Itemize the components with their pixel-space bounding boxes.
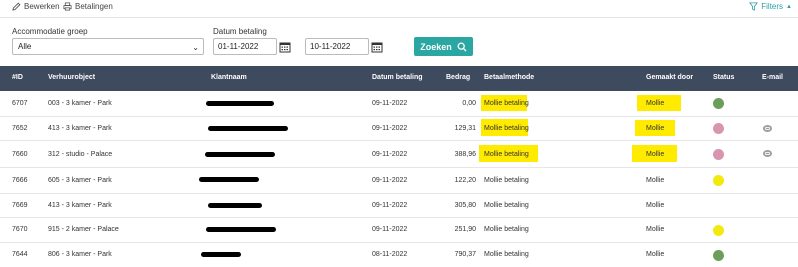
row-id: 6707 (12, 100, 28, 107)
row-made-by: Mollie (646, 100, 665, 107)
calendar-icon[interactable] (278, 38, 292, 55)
row-date: 09-11-2022 (372, 151, 408, 158)
redacted-customer-name (208, 126, 288, 131)
edit-label: Bewerken (24, 2, 60, 11)
row-id: 7669 (12, 202, 28, 209)
row-id: 7660 (12, 151, 28, 158)
row-amount: 0,00 (462, 100, 476, 107)
accommodation-label: Accommodatie groep (12, 27, 88, 36)
row-made-by: Mollie (646, 177, 665, 184)
row-id: 7670 (12, 226, 28, 233)
col-date[interactable]: Datum betaling (372, 74, 423, 81)
status-dot (713, 175, 724, 186)
table-header: #ID Verhuurobject Klantnaam Datum betali… (0, 66, 798, 91)
row-amount: 790,37 (454, 251, 476, 258)
col-id[interactable]: #ID (12, 74, 23, 81)
payments-label: Betalingen (75, 2, 113, 11)
row-made-by: Mollie (646, 202, 665, 209)
status-dot (713, 98, 724, 109)
pencil-icon (12, 2, 21, 11)
row-amount: 305,80 (454, 202, 476, 209)
search-label: Zoeken (420, 41, 452, 52)
redacted-customer-name (201, 252, 241, 257)
row-id: 7652 (12, 125, 28, 132)
accommodation-select[interactable]: Alle ⌄ (12, 38, 204, 55)
col-email[interactable]: E-mail (762, 74, 783, 81)
row-date: 09-11-2022 (372, 177, 408, 184)
status-dot (713, 250, 724, 261)
row-amount: 129,31 (454, 125, 476, 132)
funnel-icon (749, 2, 759, 11)
search-button[interactable]: Zoeken (414, 37, 473, 56)
table-row[interactable]: 7666 605 - 3 kamer - Park 09-11-2022 122… (0, 168, 798, 194)
col-status[interactable]: Status (713, 74, 734, 81)
row-made-by: Mollie (646, 151, 665, 158)
row-object: 605 - 3 kamer - Park (48, 177, 112, 184)
row-date: 09-11-2022 (372, 125, 408, 132)
filters-label: Filters (761, 2, 784, 11)
toolbar: Bewerken Betalingen Filters ▲ (0, 0, 798, 14)
email-icon[interactable] (763, 150, 772, 157)
col-customer[interactable]: Klantnaam (211, 74, 247, 81)
payments-button[interactable]: Betalingen (63, 2, 113, 11)
col-object[interactable]: Verhuurobject (48, 74, 95, 81)
row-date: 09-11-2022 (372, 226, 408, 233)
row-made-by: Mollie (646, 251, 665, 258)
filters-toggle[interactable]: Filters ▲ (749, 2, 792, 11)
date-from-input[interactable]: 01-11-2022 (213, 38, 277, 55)
row-method: Mollie betaling (484, 100, 529, 107)
row-amount: 251,90 (454, 226, 476, 233)
date-label: Datum betaling (213, 27, 267, 36)
redacted-customer-name (208, 203, 262, 208)
row-object: 915 - 2 kamer - Palace (48, 226, 119, 233)
redacted-customer-name (205, 152, 275, 157)
status-dot (713, 123, 724, 134)
table-row[interactable]: 7660 312 - studio - Palace 09-11-2022 38… (0, 141, 798, 168)
email-icon[interactable] (763, 125, 772, 132)
col-method[interactable]: Betaalmethode (484, 74, 534, 81)
edit-button[interactable]: Bewerken (12, 2, 60, 11)
table-row[interactable]: 7644 806 - 3 kamer - Park 08-11-2022 790… (0, 243, 798, 267)
printer-icon (63, 2, 72, 11)
row-amount: 388,96 (454, 151, 476, 158)
table-row[interactable]: 7669 413 - 3 kamer - Park 09-11-2022 305… (0, 194, 798, 218)
redacted-customer-name (199, 177, 259, 182)
row-object: 003 - 3 kamer - Park (48, 100, 112, 107)
caret-up-icon: ▲ (786, 3, 792, 10)
row-made-by: Mollie (646, 226, 665, 233)
row-id: 7644 (12, 251, 28, 258)
row-date: 09-11-2022 (372, 100, 408, 107)
redacted-customer-name (206, 227, 276, 232)
row-object: 413 - 3 kamer - Park (48, 125, 112, 132)
row-date: 08-11-2022 (372, 251, 408, 258)
col-made-by[interactable]: Gemaakt door (646, 74, 693, 81)
row-method: Mollie betaling (484, 202, 529, 209)
row-id: 7666 (12, 177, 28, 184)
row-object: 413 - 3 kamer - Park (48, 202, 112, 209)
row-method: Mollie betaling (484, 151, 529, 158)
table-row[interactable]: 6707 003 - 3 kamer - Park 09-11-2022 0,0… (0, 91, 798, 117)
table-row[interactable]: 7670 915 - 2 kamer - Palace 09-11-2022 2… (0, 218, 798, 243)
accommodation-value: Alle (18, 42, 32, 51)
row-method: Mollie betaling (484, 177, 529, 184)
toolbar-divider (0, 17, 798, 18)
status-dot (713, 225, 724, 236)
row-method: Mollie betaling (484, 125, 529, 132)
row-made-by: Mollie (646, 125, 665, 132)
chevron-down-icon: ⌄ (192, 43, 199, 52)
date-to-input[interactable]: 10-11-2022 (305, 38, 369, 55)
table-row[interactable]: 7652 413 - 3 kamer - Park 09-11-2022 129… (0, 117, 798, 141)
col-amount[interactable]: Bedrag (446, 74, 470, 81)
row-method: Mollie betaling (484, 251, 529, 258)
redacted-customer-name (206, 101, 274, 106)
search-icon (457, 42, 467, 51)
row-object: 806 - 3 kamer - Park (48, 251, 112, 258)
row-amount: 122,20 (454, 177, 476, 184)
row-object: 312 - studio - Palace (48, 151, 113, 158)
row-method: Mollie betaling (484, 226, 529, 233)
calendar-icon[interactable] (370, 38, 384, 55)
row-date: 09-11-2022 (372, 202, 408, 209)
status-dot (713, 149, 724, 160)
